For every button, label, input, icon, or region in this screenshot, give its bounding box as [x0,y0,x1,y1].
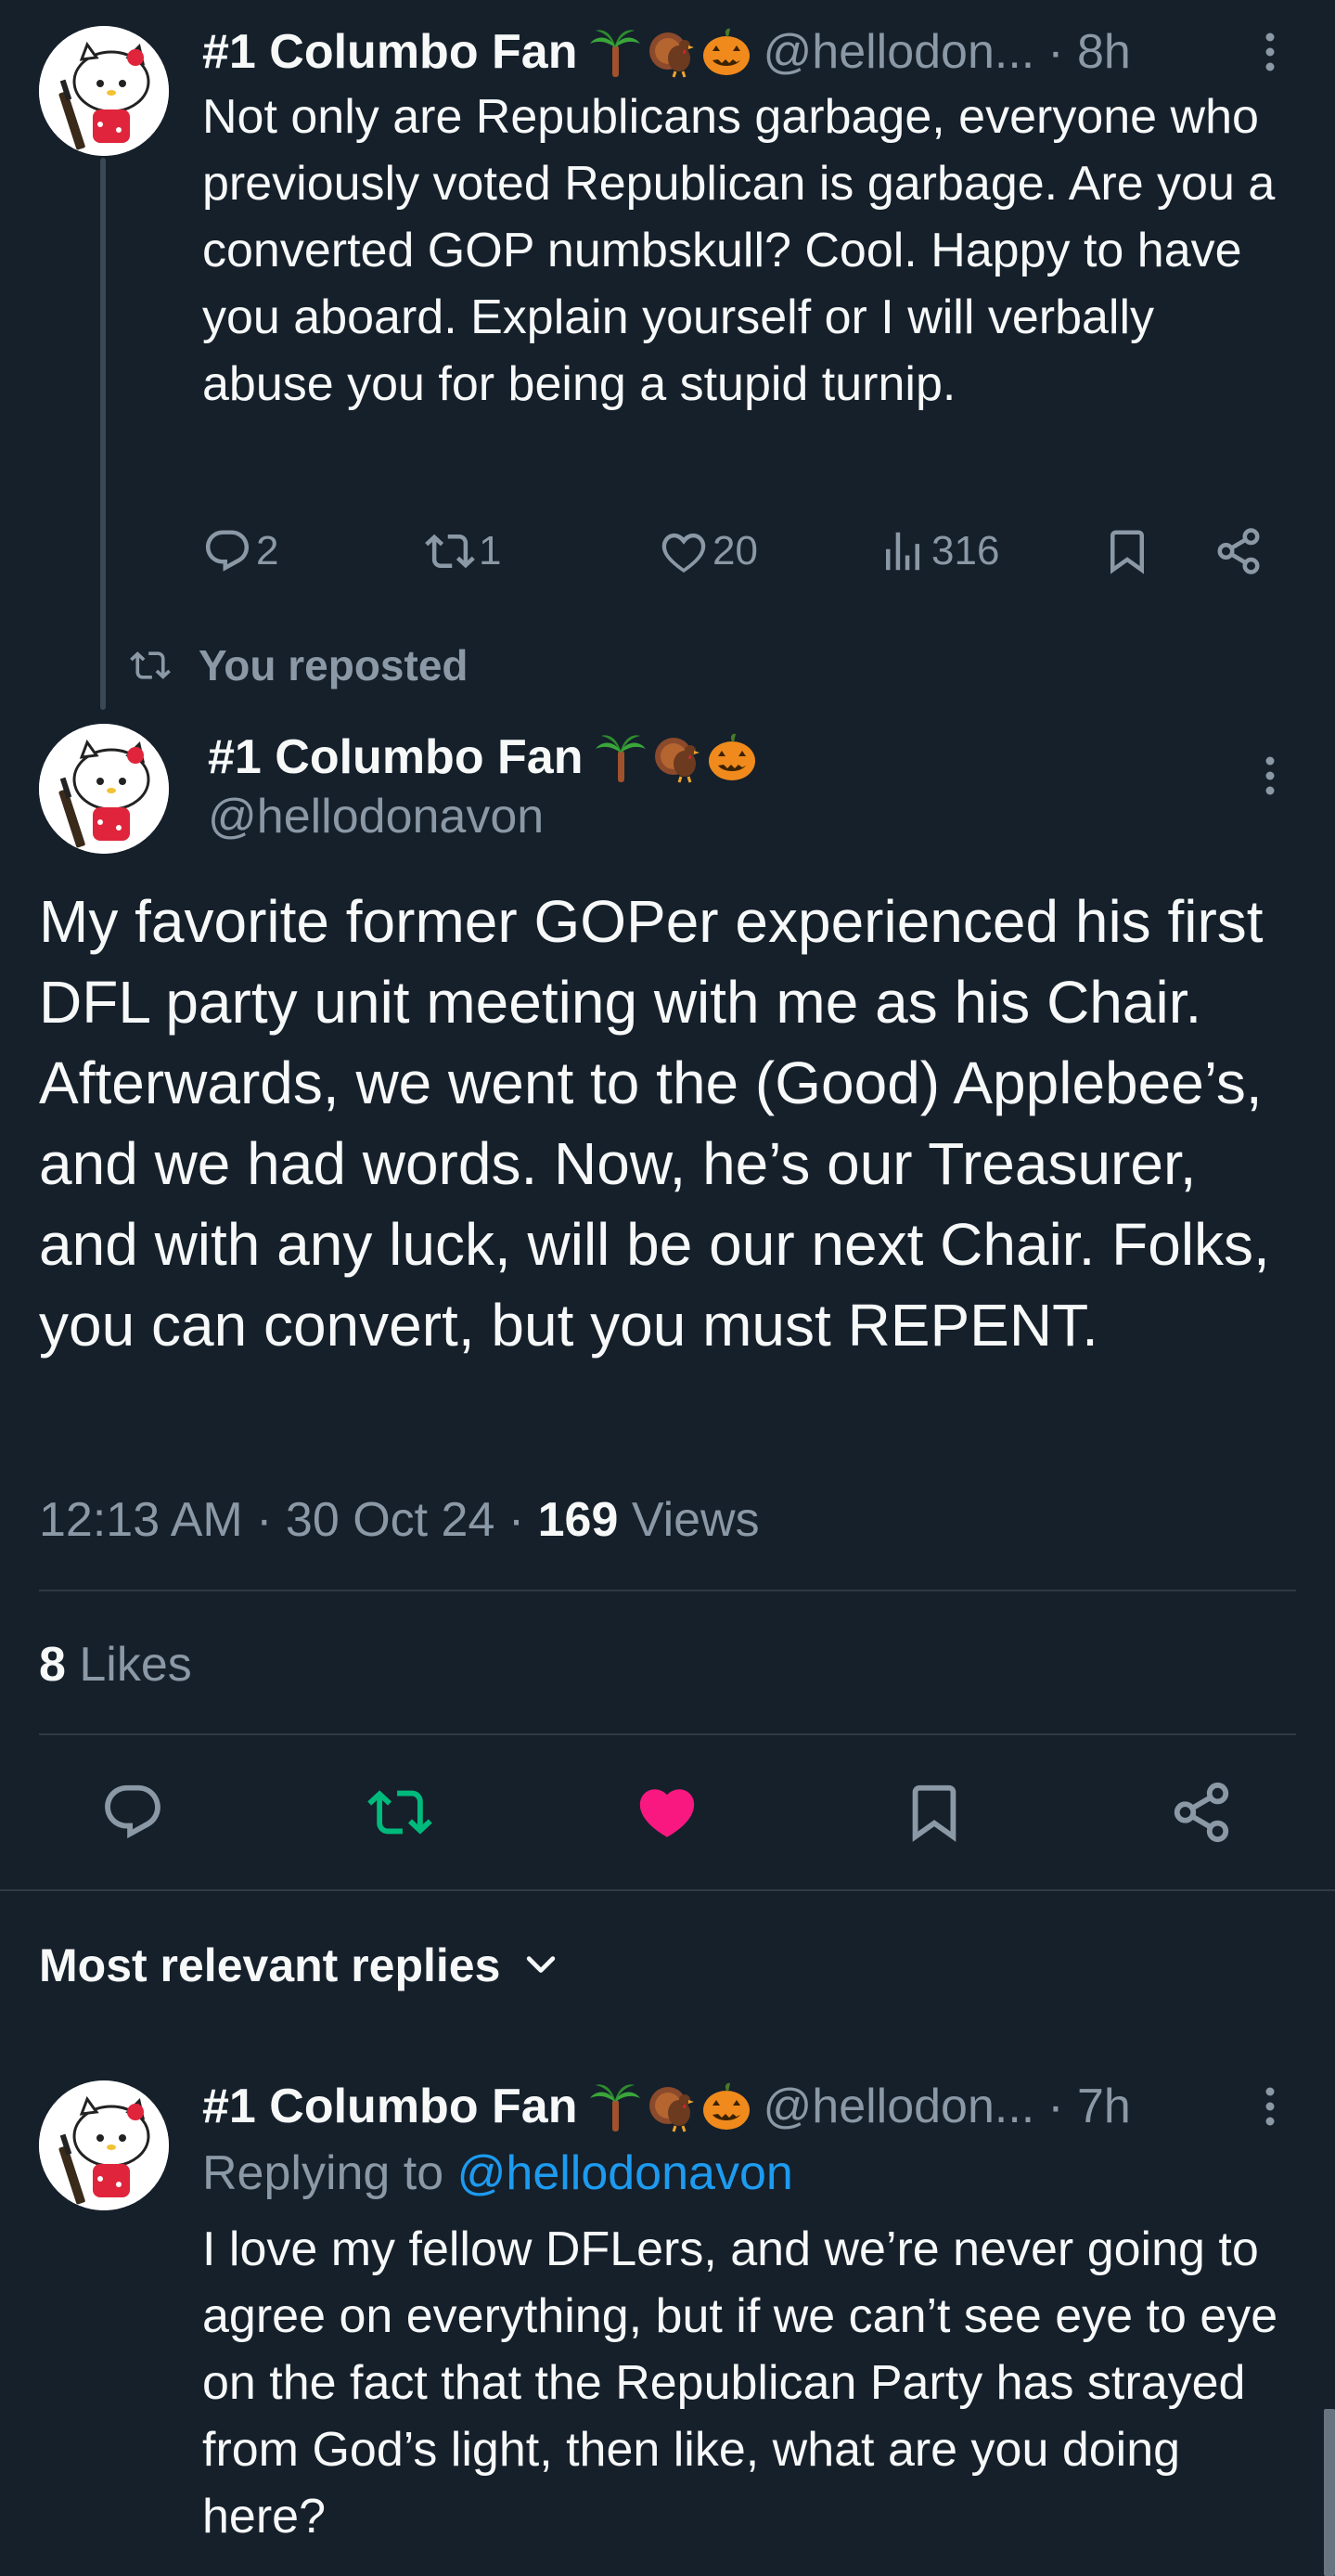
author-handle[interactable]: @hellodonavon [208,789,544,844]
share-button[interactable] [1213,519,1264,584]
author-handle[interactable]: @hellodon... [763,2079,1034,2134]
reply-button[interactable] [100,1780,165,1845]
more-options-icon[interactable] [1256,2079,1284,2134]
author-name[interactable]: #1 Columbo Fan [202,2079,577,2134]
likes-label: Likes [65,1638,192,1692]
like-button[interactable]: 20 [659,519,758,584]
repost-icon [425,526,475,576]
scrollbar[interactable] [1324,2409,1335,2576]
turkey-icon [644,2080,698,2133]
heart-icon [635,1780,700,1845]
views-count: 169 [537,1493,619,1547]
replies-sort-label: Most relevant replies [39,1939,501,1991]
author-row: #1 Columbo Fan @hellodon... · 8h [202,24,1131,80]
likes-summary[interactable]: 8 Likes [39,1637,192,1693]
divider [39,1590,1296,1591]
reply-button[interactable]: 2 [202,519,278,584]
jack-o-lantern-icon [700,25,753,79]
palm-tree-icon [588,2080,642,2133]
repost-banner: You reposted [130,640,469,690]
divider [0,1889,1335,1891]
likes-count: 8 [39,1638,66,1692]
tweet-timestamp[interactable]: 12:13 AM · 30 Oct 24 · [39,1493,538,1547]
palm-tree-icon [588,25,642,79]
heart-icon [659,526,709,576]
share-icon [1213,526,1264,576]
tweet-text: I love my fellow DFLers, and we’re never… [202,2222,1278,2544]
avatar[interactable] [39,26,169,156]
replying-to-label: Replying to [202,2146,457,2200]
like-count: 20 [712,528,758,573]
author-row: #1 Columbo Fan @hellodon... · 7h [202,2079,1131,2134]
repost-icon [130,645,171,686]
repost-button[interactable] [367,1780,432,1845]
jack-o-lantern-icon [700,2080,753,2133]
tweet-time[interactable]: · 7h [1047,2079,1131,2134]
repost-icon [367,1780,432,1845]
author-name[interactable]: #1 Columbo Fan [208,729,583,785]
repost-banner-text[interactable]: You reposted [199,640,469,690]
views-count: 316 [931,528,1000,573]
palm-tree-icon [594,730,648,784]
author-row: #1 Columbo Fan [208,729,759,785]
tweet-meta: 12:13 AM · 30 Oct 24 · 169 Views [39,1492,760,1548]
avatar[interactable] [39,2080,169,2210]
tweet-time[interactable]: · 8h [1047,24,1131,80]
reply-count: 2 [256,528,279,573]
share-button[interactable] [1169,1780,1234,1845]
repost-count: 1 [479,528,502,573]
thread-connector-line [100,158,106,710]
more-options-icon[interactable] [1256,748,1284,804]
repost-button[interactable]: 1 [425,519,501,584]
bookmark-button[interactable] [1102,519,1152,584]
author-handle[interactable]: @hellodon... [763,24,1034,80]
bookmark-button[interactable] [902,1780,967,1845]
reply-icon [202,526,252,576]
like-button[interactable] [635,1780,700,1845]
avatar[interactable] [39,724,169,854]
tweet-text: My favorite former GOPer experienced his… [39,888,1270,1359]
views-icon [878,526,928,576]
turkey-icon [649,730,703,784]
tweet-text: Not only are Republicans garbage, everyo… [202,90,1276,411]
divider [39,1733,1296,1735]
reply-icon [100,1780,165,1845]
chevron-down-icon [520,1945,561,1986]
share-icon [1169,1780,1234,1845]
bookmark-icon [1102,526,1152,576]
views-label: Views [618,1493,760,1547]
views-button[interactable]: 316 [878,519,999,584]
jack-o-lantern-icon [705,730,759,784]
turkey-icon [644,25,698,79]
replying-to-handle[interactable]: @hellodonavon [457,2146,793,2200]
more-options-icon[interactable] [1256,24,1284,80]
author-name[interactable]: #1 Columbo Fan [202,24,577,80]
replying-to: Replying to @hellodonavon [202,2145,793,2201]
bookmark-icon [902,1780,967,1845]
tweet-detail-page: #1 Columbo Fan @hellodon... · 8h Not onl… [0,0,1335,2576]
replies-sort-dropdown[interactable]: Most relevant replies [39,1938,561,1993]
